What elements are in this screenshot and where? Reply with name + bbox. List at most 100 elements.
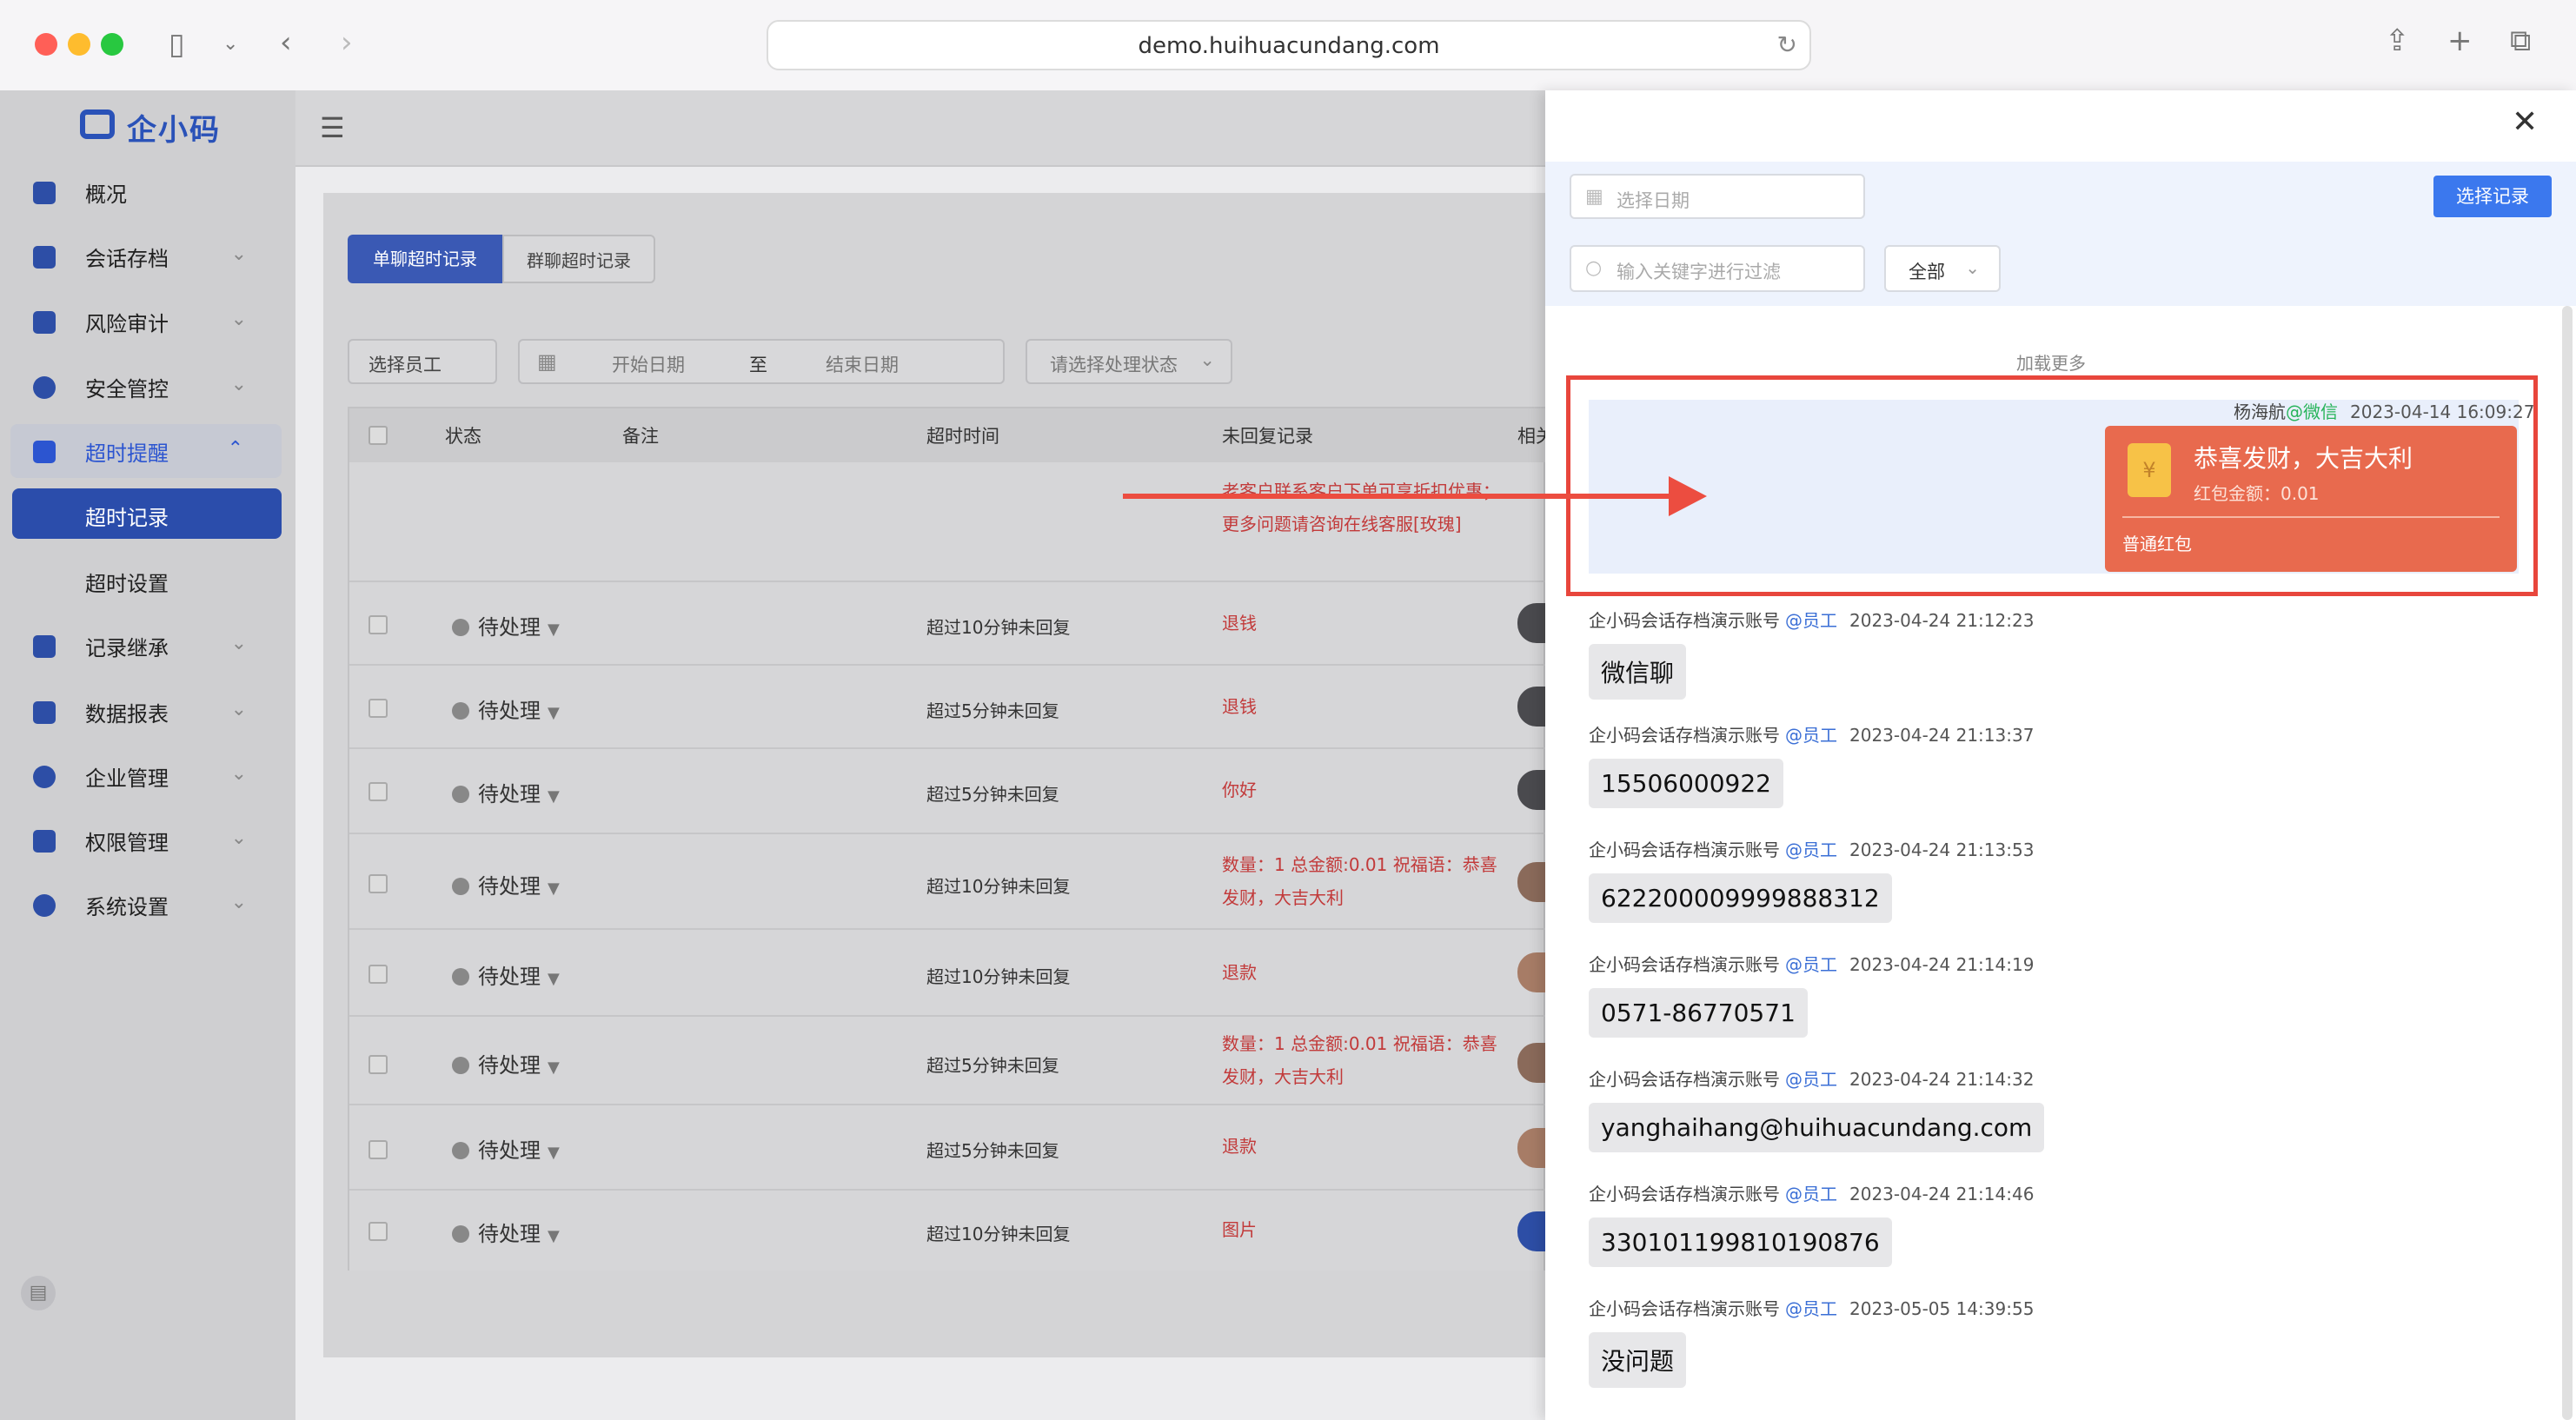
row-checkbox[interactable]: [368, 1055, 388, 1074]
drawer-scrollbar[interactable]: [2562, 306, 2573, 1420]
message-bubble: 微信聊: [1589, 644, 1687, 700]
unreplied-record: 老客户联系客户下单可享折扣优惠；更多问题请咨询在线客服[玫瑰]: [1222, 481, 1500, 534]
select-employee-label: 选择员工: [368, 355, 442, 375]
row-checkbox[interactable]: [368, 874, 388, 893]
avatar: [1517, 952, 1547, 992]
table-row[interactable]: 待处理 ▼ 超过10分钟未回复 图片: [349, 1189, 1547, 1272]
sidebar-item-timeout-alert[interactable]: 超时提醒 ⌃: [10, 424, 282, 478]
edit-icon: [33, 311, 56, 334]
unreplied-record: 图片: [1222, 1219, 1257, 1240]
sidebar-item-inheritance[interactable]: 记录继承 ⌄: [0, 619, 295, 673]
sidebar: 企小码 概况 会话存档 ⌄ 风险审计 ⌄ 安全管控 ⌄ 超时提醒 ⌃ 超时记录 …: [0, 90, 295, 1420]
role-tag: @员工: [1785, 1184, 1837, 1204]
tab-overview-icon[interactable]: ⧉: [2510, 26, 2531, 56]
minimize-window-button[interactable]: [68, 33, 90, 56]
status-dropdown[interactable]: 待处理 ▼: [452, 693, 560, 724]
reload-icon[interactable]: ↻: [1777, 30, 1797, 59]
close-icon[interactable]: ✕: [2512, 104, 2538, 140]
load-more-link[interactable]: 加载更多: [1982, 349, 2121, 375]
sidebar-item-enterprise[interactable]: 企业管理 ⌄: [0, 749, 295, 803]
status-select[interactable]: 请选择处理状态 ⌄: [1026, 339, 1232, 384]
status-dropdown[interactable]: 待处理 ▼: [452, 1048, 560, 1078]
keyword-filter-input[interactable]: ○ 输入关键字进行过滤: [1570, 245, 1865, 292]
sender-name: 企小码会话存档演示账号: [1589, 725, 1780, 746]
status-dropdown[interactable]: 待处理 ▼: [452, 1133, 560, 1164]
timeout-text: 超过10分钟未回复: [926, 966, 1071, 987]
clock-icon: [452, 968, 469, 985]
folder-icon: [33, 246, 56, 269]
sidebar-item-risk-audit[interactable]: 风险审计 ⌄: [0, 295, 295, 348]
menu-collapse-icon[interactable]: ☰: [320, 111, 345, 144]
message-bubble: 330101199810190876: [1589, 1218, 1892, 1267]
message-time: 2023-04-24 21:13:37: [1849, 725, 2035, 746]
browser-toolbar: ▯ ⌄ ‹ › demo.huihuacundang.com ↻ ⇪ + ⧉: [0, 0, 2576, 92]
select-records-button[interactable]: 选择记录: [2433, 176, 2552, 217]
sidebar-toggle-icon[interactable]: ▯: [169, 30, 185, 59]
back-icon[interactable]: ‹: [280, 28, 292, 57]
calendar-icon: ▦: [1585, 186, 1603, 208]
sidebar-item-settings[interactable]: 系统设置 ⌄: [0, 878, 295, 932]
table-row[interactable]: 待处理 ▼ 超过5分钟未回复 你好: [349, 747, 1547, 834]
chevron-down-icon: ⌄: [1199, 349, 1215, 370]
table-row[interactable]: 待处理 ▼ 超过5分钟未回复 数量：1 总金额:0.01 祝福语：恭喜发财，大吉大…: [349, 1015, 1547, 1105]
caret-down-icon: ▼: [548, 620, 560, 639]
zoom-window-button[interactable]: [101, 33, 123, 56]
sidebar-item-archive[interactable]: 会话存档 ⌄: [0, 229, 295, 283]
select-employee-button[interactable]: 选择员工: [348, 339, 497, 384]
message-type-select[interactable]: 全部 ⌄: [1884, 245, 2001, 292]
table-row[interactable]: 待处理 ▼ 超过10分钟未回复 退款: [349, 928, 1547, 1017]
row-checkbox[interactable]: [368, 782, 388, 801]
sidebar-item-label: 概况: [85, 182, 127, 207]
sidebar-item-overview[interactable]: 概况: [0, 165, 295, 219]
address-bar[interactable]: demo.huihuacundang.com ↻: [767, 20, 1811, 70]
row-checkbox[interactable]: [368, 1140, 388, 1159]
table-row[interactable]: 待处理 ▼ 超过5分钟未回复 退钱: [349, 664, 1547, 749]
table-row[interactable]: 待处理 ▼ 超过10分钟未回复 退钱: [349, 581, 1547, 666]
message-bubble: 6222000099998883​12: [1589, 873, 1892, 923]
row-checkbox[interactable]: [368, 965, 388, 984]
status-dropdown[interactable]: 待处理 ▼: [452, 777, 560, 807]
row-checkbox[interactable]: [368, 699, 388, 718]
sender-name: 企小码会话存档演示账号: [1589, 1298, 1780, 1319]
role-tag: @员工: [1785, 1298, 1837, 1319]
sidebar-item-reports[interactable]: 数据报表 ⌄: [0, 685, 295, 739]
forward-icon[interactable]: ›: [341, 28, 353, 57]
avatar: [1517, 1211, 1547, 1251]
close-window-button[interactable]: [35, 33, 57, 56]
table-row[interactable]: 待处理 ▼ 超过5分钟未回复 退款: [349, 1104, 1547, 1191]
status-dropdown[interactable]: 待处理 ▼: [452, 610, 560, 640]
keyword-filter-placeholder: 输入关键字进行过滤: [1617, 262, 1781, 282]
row-checkbox[interactable]: [368, 615, 388, 634]
select-all-checkbox[interactable]: [368, 426, 388, 445]
tab-group-chat[interactable]: 群聊超时记录: [502, 235, 655, 283]
share-icon[interactable]: ⇪: [2385, 26, 2410, 56]
status-dropdown[interactable]: 待处理 ▼: [452, 959, 560, 990]
status-dropdown[interactable]: 待处理 ▼: [452, 1217, 560, 1247]
new-tab-icon[interactable]: +: [2447, 26, 2473, 56]
chevron-down-icon: ⌄: [230, 892, 247, 913]
list-item: 企小码会话存档演示账号 @员工 2023-04-24 21:14:46 330101…: [1589, 1180, 2034, 1267]
clock-icon: [452, 619, 469, 636]
message-meta: 企小码会话存档演示账号 @员工 2023-04-24 21:13:53: [1589, 836, 2034, 861]
sidebar-item-permissions[interactable]: 权限管理 ⌄: [0, 813, 295, 867]
sidebar-item-security[interactable]: 安全管控 ⌄: [0, 360, 295, 414]
table-row[interactable]: 老客户联系客户下单可享折扣优惠；更多问题请咨询在线客服[玫瑰]: [349, 462, 1545, 581]
tab-single-chat[interactable]: 单聊超时记录: [348, 235, 502, 283]
date-picker-input[interactable]: ▦ 选择日期: [1570, 174, 1865, 219]
clock-icon: [452, 1225, 469, 1243]
unreplied-record: 数量：1 总金额:0.01 祝福语：恭喜发财，大吉大利: [1222, 1033, 1497, 1087]
table-row[interactable]: 待处理 ▼ 超过10分钟未回复 数量：1 总金额:0.01 祝福语：恭喜发财，大吉…: [349, 833, 1547, 930]
logo-icon: [80, 109, 115, 139]
sidebar-subitem-timeout-settings[interactable]: 超时设置: [12, 554, 282, 605]
timeout-text: 超过10分钟未回复: [926, 876, 1071, 897]
end-date-field[interactable]: 结束日期: [826, 351, 899, 377]
message-bubble: 没问题: [1589, 1332, 1687, 1388]
date-range-picker[interactable]: ▦ 开始日期 至 结束日期: [518, 339, 1005, 384]
status-dropdown[interactable]: 待处理 ▼: [452, 869, 560, 899]
document-icon[interactable]: ▤: [21, 1276, 56, 1311]
sidebar-subitem-timeout-records[interactable]: 超时记录: [12, 488, 282, 539]
start-date-field[interactable]: 开始日期: [612, 351, 685, 377]
bell-icon: [33, 441, 56, 463]
row-checkbox[interactable]: [368, 1222, 388, 1241]
chevron-down-icon[interactable]: ⌄: [222, 30, 238, 59]
